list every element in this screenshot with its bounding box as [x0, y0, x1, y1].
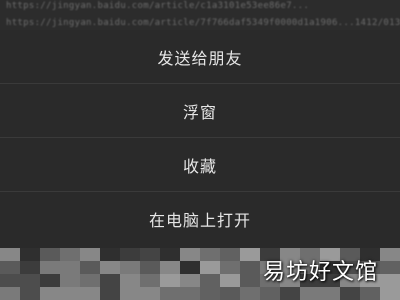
pixel-block	[140, 274, 160, 287]
pixel-block	[20, 261, 40, 274]
pixel-block	[120, 274, 140, 287]
favorite-button[interactable]: 收藏	[0, 138, 400, 192]
pixel-block	[100, 287, 120, 300]
pixel-block	[380, 261, 400, 274]
pixel-block	[100, 248, 120, 261]
pixel-block	[200, 274, 220, 287]
pixel-block	[200, 248, 220, 261]
pixel-block	[380, 248, 400, 261]
pixel-block	[240, 261, 260, 274]
pixel-block	[40, 274, 60, 287]
pixel-block	[180, 287, 200, 300]
pixel-block	[380, 287, 400, 300]
pixel-block	[80, 287, 100, 300]
pixel-block	[220, 274, 240, 287]
open-on-computer-button[interactable]: 在电脑上打开	[0, 192, 400, 246]
pixel-block	[140, 248, 160, 261]
pixel-block	[60, 261, 80, 274]
pixel-block	[80, 274, 100, 287]
pixel-block	[20, 248, 40, 261]
pixel-block	[120, 248, 140, 261]
watermark: 易坊好文馆	[262, 260, 378, 285]
pixel-block	[240, 274, 260, 287]
pixel-block	[0, 274, 20, 287]
pixel-block	[100, 261, 120, 274]
pixel-block	[320, 287, 340, 300]
floating-window-button[interactable]: 浮窗	[0, 84, 400, 138]
pixel-block	[180, 248, 200, 261]
pixel-block	[220, 287, 240, 300]
pixel-block	[60, 287, 80, 300]
screen: https://jingyan.baidu.com/article/c1a310…	[0, 0, 400, 300]
pixel-block	[280, 287, 300, 300]
pixel-block	[140, 261, 160, 274]
pixel-block	[220, 248, 240, 261]
pixel-block	[380, 274, 400, 287]
pixel-block	[40, 261, 60, 274]
pixel-block	[180, 261, 200, 274]
pixel-block	[260, 287, 280, 300]
pixel-block	[160, 261, 180, 274]
pixel-block	[240, 287, 260, 300]
pixel-block	[20, 287, 40, 300]
pixel-block	[160, 274, 180, 287]
pixel-block	[200, 261, 220, 274]
pixel-block	[160, 287, 180, 300]
pixel-block	[40, 248, 60, 261]
pixel-block	[220, 261, 240, 274]
send-to-friend-button[interactable]: 发送给朋友	[0, 30, 400, 84]
pixel-block	[60, 248, 80, 261]
pixel-block	[300, 287, 320, 300]
pixel-block	[360, 287, 380, 300]
pixel-block	[0, 287, 20, 300]
pixel-block	[0, 248, 20, 261]
background-link: https://jingyan.baidu.com/article/7f766d…	[6, 18, 400, 28]
pixel-block	[180, 274, 200, 287]
pixel-block	[240, 248, 260, 261]
pixel-block	[20, 274, 40, 287]
pixel-block	[40, 287, 60, 300]
pixel-block	[140, 287, 160, 300]
action-sheet: 发送给朋友 浮窗 收藏 在电脑上打开	[0, 30, 400, 248]
pixel-block	[340, 287, 360, 300]
pixel-block	[160, 248, 180, 261]
background-page: https://jingyan.baidu.com/article/c1a310…	[0, 0, 400, 34]
pixel-block	[80, 261, 100, 274]
pixel-block	[0, 261, 20, 274]
pixel-block	[100, 274, 120, 287]
pixel-block	[80, 248, 100, 261]
pixel-block	[60, 274, 80, 287]
pixel-block	[200, 287, 220, 300]
pixel-block	[120, 287, 140, 300]
background-link: https://jingyan.baidu.com/article/c1a310…	[6, 1, 310, 11]
pixel-block	[120, 261, 140, 274]
